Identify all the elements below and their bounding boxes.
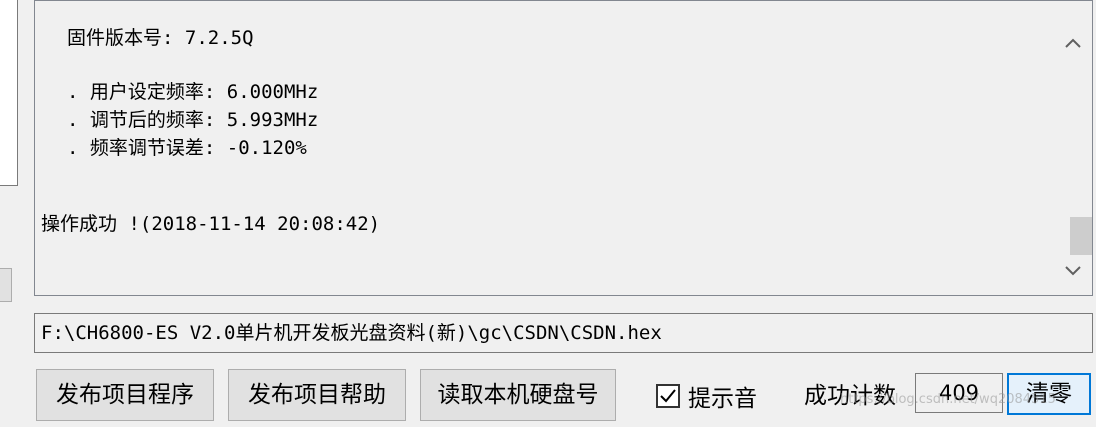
read-hdd-id-button[interactable]: 读取本机硬盘号 bbox=[420, 369, 616, 421]
log-content: 固件版本号: 7.2.5Q . 用户设定频率: 6.000MHz . 调节后的频… bbox=[41, 1, 1054, 295]
scroll-up-icon[interactable] bbox=[1054, 23, 1092, 63]
left-side-button[interactable] bbox=[0, 268, 12, 302]
sound-label: 提示音 bbox=[688, 386, 757, 412]
scroll-thumb[interactable] bbox=[1070, 217, 1092, 255]
log-line-success: 操作成功 !(2018-11-14 20:08:42) bbox=[41, 213, 381, 235]
sound-checkbox[interactable] bbox=[656, 384, 680, 408]
watermark: https://blog.csdn.net/wq2084515 bbox=[840, 392, 1056, 407]
left-panel bbox=[0, 0, 18, 186]
log-line-frequency-error: . 频率调节误差: -0.120% bbox=[67, 137, 307, 159]
log-line-set-frequency: . 用户设定频率: 6.000MHz bbox=[67, 81, 319, 103]
sound-toggle[interactable]: 提示音 bbox=[656, 376, 757, 416]
log-scrollbar[interactable] bbox=[1054, 1, 1092, 295]
checkmark-icon bbox=[660, 389, 676, 403]
publish-program-button[interactable]: 发布项目程序 bbox=[36, 369, 214, 421]
log-line-adjusted-frequency: . 调节后的频率: 5.993MHz bbox=[67, 109, 319, 131]
log-line-firmware: 固件版本号: 7.2.5Q bbox=[67, 27, 254, 49]
publish-help-button[interactable]: 发布项目帮助 bbox=[228, 369, 406, 421]
log-output[interactable]: 固件版本号: 7.2.5Q . 用户设定频率: 6.000MHz . 调节后的频… bbox=[34, 0, 1093, 296]
file-path-field[interactable]: F:\CH6800-ES V2.0单片机开发板光盘资料(新)\gc\CSDN\C… bbox=[34, 313, 1093, 353]
scroll-down-icon[interactable] bbox=[1054, 251, 1092, 291]
